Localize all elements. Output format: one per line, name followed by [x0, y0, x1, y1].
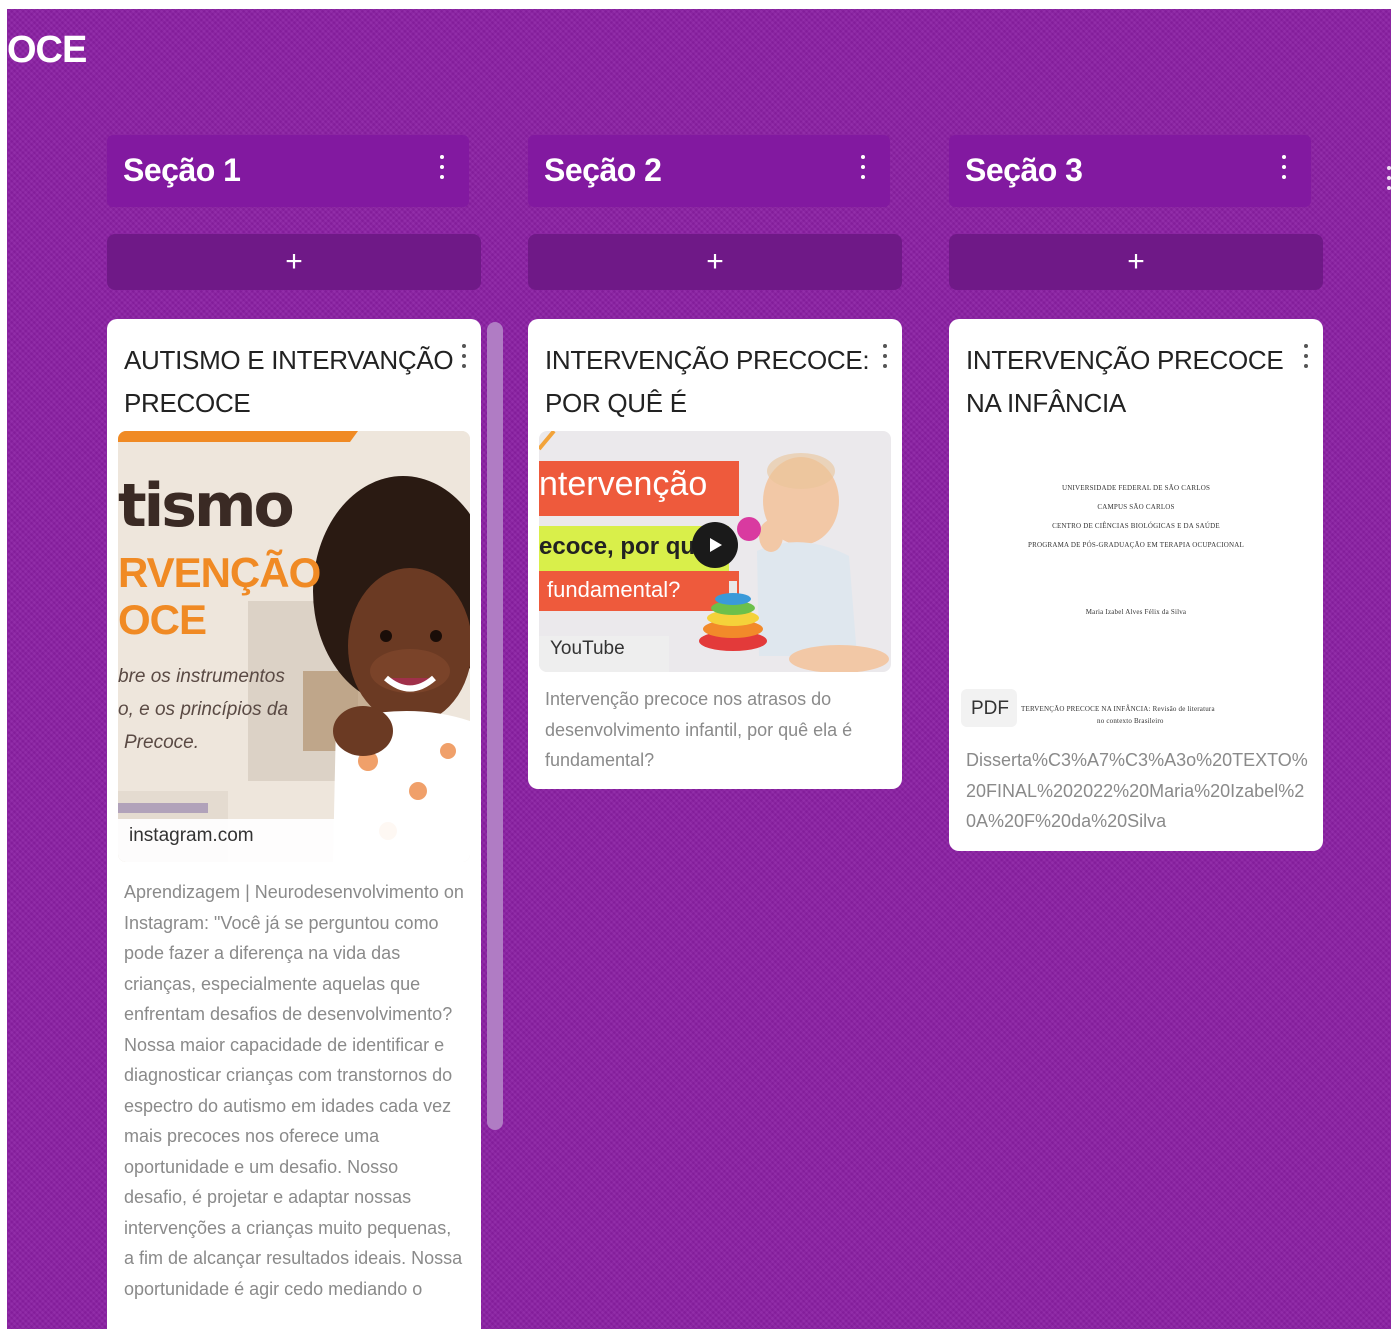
source-label: PDF	[971, 698, 1009, 719]
thumbnail-text: fundamental?	[547, 577, 681, 602]
section-menu-icon[interactable]	[859, 155, 867, 179]
pdf-text: CAMPUS SÃO CARLOS	[1097, 503, 1175, 511]
section-header-3[interactable]: Seção 3	[949, 135, 1311, 207]
thumbnail-text: o, e os princípios da	[118, 699, 289, 720]
post-title: AUTISMO E INTERVANÇÃO PRECOCE	[124, 345, 454, 418]
post-thumbnail-pdf[interactable]: UNIVERSIDADE FEDERAL DE SÃO CARLOS CAMPU…	[949, 431, 1323, 751]
thumbnail-text: tismo	[118, 471, 295, 541]
section-menu-icon[interactable]	[438, 155, 446, 179]
pdf-badge: PDF	[961, 689, 1017, 727]
section-menu-icon[interactable]	[1280, 155, 1288, 179]
post-thumbnail-instagram[interactable]: tismo RVENÇÃO OCE bre os instrumentos o,…	[118, 431, 470, 862]
section-title: Seção 2	[544, 152, 662, 188]
post-card-3[interactable]: INTERVENÇÃO PRECOCE NA INFÂNCIA UNIVERSI…	[949, 319, 1323, 851]
board-title: OCE	[7, 29, 87, 71]
section-title: Seção 3	[965, 152, 1083, 188]
section-header-1[interactable]: Seção 1	[107, 135, 469, 207]
pdf-text: PROGRAMA DE PÓS-GRADUAÇÃO EM TERAPIA OCU…	[1028, 541, 1244, 549]
thumbnail-text: bre os instrumentos	[118, 666, 285, 687]
thumbnail-text: OCE	[118, 596, 207, 643]
post-description: Disserta%C3%A7%C3%A3o%20TEXTO%20FINAL%20…	[966, 750, 1308, 831]
column-scrollbar[interactable]	[487, 322, 503, 1130]
add-post-button-section-1[interactable]: +	[107, 234, 481, 290]
play-icon[interactable]	[692, 522, 738, 568]
source-label: instagram.com	[129, 825, 254, 846]
pdf-text: Maria Izabel Alves Félix da Silva	[1085, 608, 1187, 616]
post-card-2[interactable]: INTERVENÇÃO PRECOCE: POR QUÊ É FUNDAMENT…	[528, 319, 902, 789]
post-menu-icon[interactable]	[881, 344, 889, 368]
section-header-2[interactable]: Seção 2	[528, 135, 890, 207]
source-label: YouTube	[550, 638, 625, 659]
post-title: INTERVENÇÃO PRECOCE NA INFÂNCIA	[966, 345, 1284, 418]
thumbnail-text: ecoce, por quê	[539, 533, 709, 560]
post-menu-icon[interactable]	[460, 344, 468, 368]
add-post-button-section-3[interactable]: +	[949, 234, 1323, 290]
thumbnail-text: RVENÇÃO	[118, 549, 321, 596]
section-menu-icon[interactable]	[1385, 166, 1391, 190]
padlet-board: OCE Seção 1 + AUTISMO E INTERVANÇÃO PREC…	[7, 9, 1391, 1329]
pdf-text: no contexto Brasileiro	[1097, 717, 1164, 725]
thumbnail-text: ntervenção	[539, 465, 708, 503]
section-title: Seção 1	[123, 152, 241, 188]
post-description: Aprendizagem | Neurodesenvolvimento on I…	[124, 882, 464, 1299]
pdf-text: UNIVERSIDADE FEDERAL DE SÃO CARLOS	[1061, 484, 1211, 492]
add-post-button-section-2[interactable]: +	[528, 234, 902, 290]
pdf-text: CENTRO DE CIÊNCIAS BIOLÓGICAS E DA SAÚDE	[1052, 522, 1220, 530]
post-thumbnail-youtube[interactable]: ntervenção ecoce, por quê fundamental? Y…	[539, 431, 891, 672]
post-description: Intervenção precoce nos atrasos do desen…	[545, 689, 853, 770]
thumbnail-text: Precoce.	[124, 732, 199, 753]
pdf-text: TERVENÇÃO PRECOCE NA INFÂNCIA: Revisão d…	[1021, 705, 1215, 713]
post-card-1[interactable]: AUTISMO E INTERVANÇÃO PRECOCE tismo RVEN…	[107, 319, 481, 1329]
post-menu-icon[interactable]	[1302, 344, 1310, 368]
